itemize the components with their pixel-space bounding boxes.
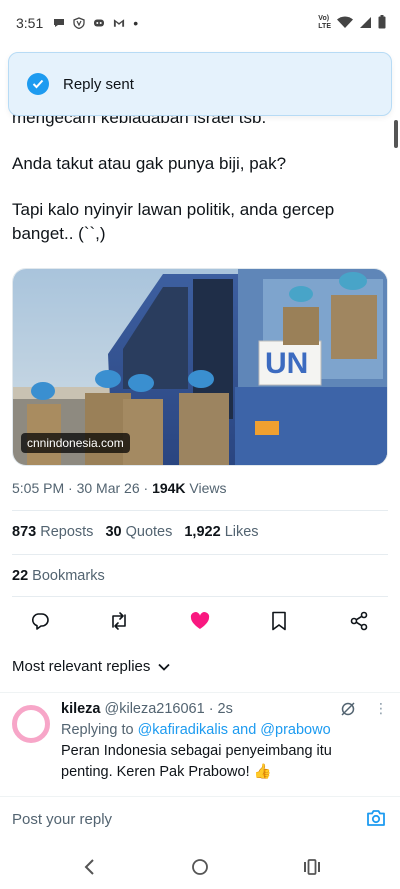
post-reply-bar: Post your reply	[0, 796, 400, 842]
repost-icon	[112, 612, 126, 630]
divider	[12, 596, 388, 597]
views-count: 194K	[152, 480, 186, 496]
un-sign-text: UN	[265, 347, 309, 380]
engagement-stats: 873 Reposts 30 Quotes 1,922 Likes	[12, 524, 259, 540]
share-button[interactable]	[346, 608, 372, 634]
volte-label: Vo)	[318, 15, 330, 22]
quotes-stat[interactable]: 30 Quotes	[105, 524, 172, 540]
lte-label: LTE	[318, 23, 331, 30]
reply-button[interactable]	[27, 608, 53, 634]
reply-author-handle: @kileza216061 · 2s	[104, 701, 233, 717]
shield-v-icon	[73, 17, 85, 29]
bookmark-icon	[272, 611, 286, 631]
avatar[interactable]	[12, 705, 50, 743]
divider	[12, 554, 388, 555]
replying-to: Replying to @kafiradikalis and @prabowo	[61, 720, 381, 741]
repost-button[interactable]	[106, 608, 132, 634]
status-bar: 3:51 • Vo) LTE	[0, 0, 400, 46]
gmail-icon	[113, 17, 125, 29]
reply-text: Peran Indonesia sebagai penyeimbang itu …	[61, 743, 332, 780]
status-dot: •	[133, 15, 139, 31]
reposts-label: Reposts	[40, 524, 94, 540]
status-left: 3:51 •	[16, 15, 138, 31]
bookmarks-stat[interactable]: 22 Bookmarks	[12, 568, 105, 584]
grok-icon[interactable]	[340, 701, 356, 722]
discord-icon	[93, 17, 105, 29]
views-label: Views	[185, 480, 227, 496]
wifi-icon	[337, 16, 353, 31]
volte-indicator: Vo) LTE	[318, 15, 331, 31]
camera-icon[interactable]	[366, 809, 386, 832]
back-chevron-icon	[84, 859, 94, 875]
quotes-count: 30	[105, 524, 122, 540]
quotes-label: Quotes	[125, 524, 173, 540]
replies-sort-label: Most relevant replies	[12, 658, 151, 675]
scrollbar-thumb[interactable]	[394, 120, 398, 148]
tweet-action-bar	[0, 608, 400, 634]
tweet-media-image[interactable]: UN cnnindonesia.com	[12, 268, 388, 466]
recents-icon	[304, 859, 320, 875]
reply-item[interactable]: kileza @kileza216061 · 2s Replying to @k…	[0, 692, 400, 792]
more-options-icon[interactable]: ⋮	[374, 701, 388, 715]
media-source-caption: cnnindonesia.com	[21, 433, 130, 453]
like-button[interactable]	[187, 608, 213, 634]
check-circle-icon	[27, 73, 49, 95]
likes-label: Likes	[224, 524, 259, 540]
bookmark-button[interactable]	[266, 608, 292, 634]
share-icon	[350, 611, 368, 631]
reply-icon	[31, 613, 49, 630]
status-right: Vo) LTE	[318, 15, 386, 31]
reposts-stat[interactable]: 873 Reposts	[12, 524, 93, 540]
replying-prefix: Replying to	[61, 722, 138, 738]
tweet-text: mengecam kebiadaban israel tsb. Anda tak…	[12, 106, 388, 268]
signal-icon	[359, 16, 372, 31]
chevron-down-icon	[158, 663, 171, 671]
status-time: 3:51	[16, 15, 44, 31]
heart-filled-icon	[190, 612, 210, 629]
post-reply-input[interactable]: Post your reply	[12, 811, 112, 828]
replying-mentions[interactable]: @kafiradikalis and @prabowo	[138, 722, 331, 738]
divider	[12, 510, 388, 511]
replies-sort-dropdown[interactable]: Most relevant replies	[12, 658, 171, 675]
tweet-meta: 5:05 PM · 30 Mar 26 · 194K Views	[12, 480, 227, 496]
chat-bubble-icon	[53, 17, 65, 29]
bookmarks-count: 22	[12, 568, 29, 584]
toast-message: Reply sent	[63, 75, 134, 93]
reposts-count: 873	[12, 524, 37, 540]
back-button[interactable]	[78, 856, 100, 878]
reply-sent-toast[interactable]: Reply sent	[8, 52, 392, 116]
battery-icon	[378, 15, 386, 31]
reply-author-name[interactable]: kileza	[61, 699, 101, 720]
tweet-timestamp[interactable]: 5:05 PM · 30 Mar 26 ·	[12, 480, 152, 496]
tweet-line-2: Anda takut atau gak punya biji, pak?	[12, 154, 287, 173]
home-circle-icon	[192, 859, 208, 875]
likes-stat[interactable]: 1,922 Likes	[184, 524, 258, 540]
android-nav-bar	[0, 846, 400, 889]
reply-body: kileza @kileza216061 · 2s Replying to @k…	[61, 699, 381, 783]
likes-count: 1,922	[184, 524, 221, 540]
recents-button[interactable]	[301, 856, 323, 878]
reply-header: kileza @kileza216061 · 2s	[61, 699, 381, 720]
home-button[interactable]	[189, 856, 211, 878]
tweet-line-3: Tapi kalo nyinyir lawan politik, anda ge…	[12, 200, 335, 243]
bookmarks-label: Bookmarks	[32, 568, 105, 584]
